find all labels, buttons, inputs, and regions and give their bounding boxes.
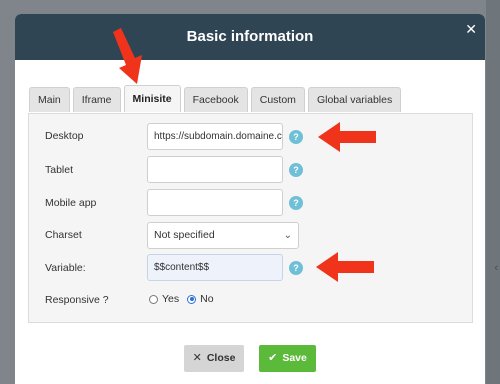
tab-global-variables[interactable]: Global variables (307, 87, 402, 112)
close-button[interactable]: ✕ Close (184, 345, 244, 372)
mobile-app-url-input[interactable] (147, 189, 283, 216)
mobile-app-help-icon[interactable]: ? (289, 196, 303, 210)
mobile-app-label: Mobile app (45, 197, 97, 209)
annotation-arrow-left-icon (316, 252, 374, 282)
charset-selected-value: Not specified (154, 229, 215, 241)
save-button[interactable]: ✔ Save (259, 345, 316, 372)
variable-label: Variable: (45, 262, 86, 274)
tab-custom[interactable]: Custom (250, 87, 305, 112)
responsive-radio-group: Yes No (149, 293, 214, 305)
desktop-help-icon[interactable]: ? (289, 130, 303, 144)
tab-facebook[interactable]: Facebook (183, 87, 248, 112)
tab-main[interactable]: Main (29, 87, 70, 112)
close-button-label: Close (206, 352, 236, 364)
close-x-icon: ✕ (192, 352, 202, 364)
save-button-label: Save (282, 352, 307, 364)
charset-select[interactable]: Not specified ⌄ (147, 222, 299, 249)
annotation-arrow-left-icon (318, 122, 376, 152)
desktop-label: Desktop (45, 130, 84, 142)
variable-input[interactable]: $$content$$ (147, 254, 283, 281)
dialog-header: Basic information ✕ (15, 14, 485, 60)
minisite-panel: Desktop https://subdomain.domaine.c ? Ta… (28, 113, 473, 323)
responsive-yes-label: Yes (162, 293, 180, 305)
charset-label: Charset (45, 229, 82, 241)
tab-minisite[interactable]: Minisite (123, 85, 181, 112)
basic-information-dialog: Basic information ✕ Main Iframe Minisite… (15, 14, 485, 384)
tablet-help-icon[interactable]: ? (289, 163, 303, 177)
tab-bar: Main Iframe Minisite Facebook Custom Glo… (29, 85, 402, 113)
tab-iframe[interactable]: Iframe (72, 87, 121, 112)
tablet-label: Tablet (45, 164, 74, 176)
responsive-yes-radio[interactable] (149, 294, 158, 304)
chevron-down-icon: ⌄ (283, 230, 292, 241)
backdrop-edge: ‹ (486, 0, 500, 384)
close-icon[interactable]: ✕ (465, 21, 477, 38)
chevron-left-icon: ‹ (494, 262, 498, 274)
responsive-no-radio[interactable] (187, 294, 197, 304)
variable-help-icon[interactable]: ? (289, 261, 303, 275)
responsive-no-label: No (200, 293, 214, 305)
dialog-title: Basic information (186, 28, 314, 45)
tablet-url-input[interactable] (147, 156, 283, 183)
checkmark-icon: ✔ (268, 352, 278, 364)
responsive-label: Responsive ? (45, 294, 109, 306)
annotation-arrow-down-icon (113, 28, 142, 84)
desktop-url-input[interactable]: https://subdomain.domaine.c (147, 123, 283, 150)
